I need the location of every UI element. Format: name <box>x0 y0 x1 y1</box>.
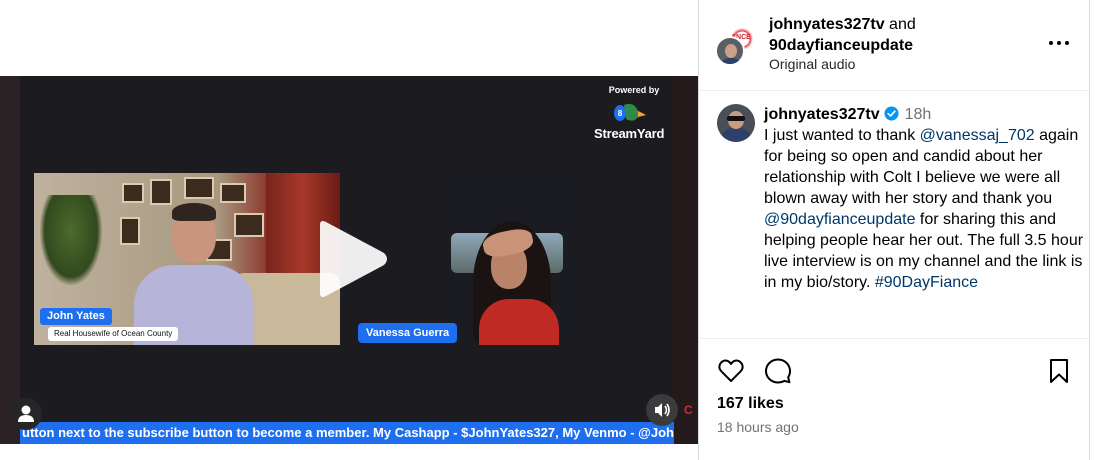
author-avatars[interactable]: ANCE <box>715 24 757 66</box>
audio-link[interactable]: Original audio <box>769 56 855 72</box>
streamyard-logo-icon: 8 <box>614 103 646 121</box>
caption-time: 18h <box>904 106 932 123</box>
mention-90dayfianceupdate[interactable]: @90dayfianceupdate <box>764 211 915 228</box>
caption-avatar[interactable] <box>717 104 755 142</box>
streamyard-name: StreamYard <box>594 126 665 141</box>
and-text: and <box>884 16 916 33</box>
comment-icon[interactable] <box>764 357 792 385</box>
verified-badge-icon <box>884 106 899 121</box>
user-icon <box>18 405 34 422</box>
speaker-icon <box>655 403 670 417</box>
guest2-name-tag: Vanessa Guerra <box>358 323 458 343</box>
side-marker: C <box>684 403 693 417</box>
hashtag-90dayfiance[interactable]: #90DayFiance <box>875 274 978 291</box>
author-link[interactable]: johnyates327tv <box>769 16 885 33</box>
guest2-video-tile <box>443 173 573 345</box>
guest1-subtitle-tag: Real Housewife of Ocean County <box>48 327 179 341</box>
guest1-name-tag: John Yates <box>40 308 112 325</box>
caption-username[interactable]: johnyates327tv <box>764 106 880 123</box>
post-age: 18 hours ago <box>717 419 799 435</box>
post-header: ANCE johnyates327tv and 90dayfianceupdat… <box>699 0 1089 91</box>
author-avatar[interactable] <box>715 36 745 66</box>
caption-text: johnyates327tv 18h I just wanted to thank … <box>764 104 1084 293</box>
audio-toggle-button[interactable] <box>646 394 678 426</box>
tagged-users-button[interactable] <box>10 398 42 430</box>
media-area: C Powered by 8 StreamYard John Yates Rea… <box>0 0 698 460</box>
ticker-banner: utton next to the subscribe button to be… <box>20 422 674 444</box>
mention-vanessa[interactable]: @vanessaj_702 <box>920 127 1035 144</box>
more-options-icon[interactable] <box>1047 34 1071 52</box>
post-panel: ANCE johnyates327tv and 90dayfianceupdat… <box>698 0 1090 460</box>
likes-count[interactable]: 167 likes <box>717 395 784 413</box>
powered-by-label: Powered by <box>608 85 660 95</box>
play-icon[interactable] <box>312 219 392 299</box>
video-player[interactable]: C Powered by 8 StreamYard John Yates Rea… <box>0 76 698 444</box>
svg-text:8: 8 <box>618 109 623 118</box>
coauthor-link[interactable]: 90dayfianceupdate <box>769 37 913 54</box>
video-right-edge: C <box>672 76 698 444</box>
save-bookmark-icon[interactable] <box>1045 357 1073 385</box>
video-left-edge <box>0 76 20 444</box>
caption-part-1: I just wanted to thank <box>764 127 920 144</box>
like-heart-icon[interactable] <box>717 357 745 385</box>
action-bar: 167 likes 18 hours ago <box>699 338 1089 460</box>
post-authors: johnyates327tv and 90dayfianceupdate <box>769 14 916 56</box>
